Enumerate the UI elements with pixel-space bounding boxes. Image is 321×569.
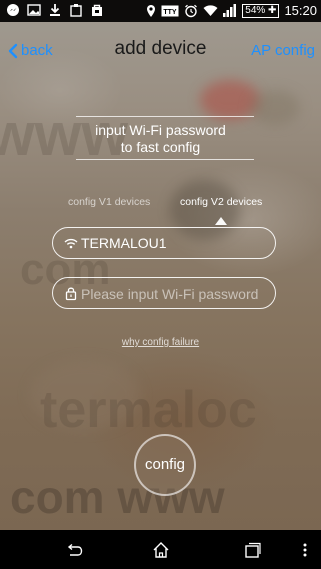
divider: [76, 159, 254, 160]
background-blob: [250, 90, 300, 125]
messenger-icon: [7, 4, 19, 16]
bag-icon: [92, 4, 102, 16]
signal-icon: [223, 4, 237, 17]
instruction-line-2: to fast config: [120, 139, 201, 155]
divider: [76, 116, 254, 117]
password-field: [52, 277, 276, 309]
overflow-menu-icon[interactable]: [302, 541, 308, 559]
instruction-text: input Wi-Fi password to fast config: [0, 122, 321, 156]
wifi-icon: [203, 5, 218, 16]
tty-icon: TTY: [161, 5, 179, 16]
clock: 15:20: [284, 3, 317, 18]
back-nav-icon[interactable]: [66, 541, 84, 559]
image-icon: [27, 4, 41, 16]
clipboard-icon: [70, 4, 82, 17]
screen: www termaloc com com www TTY 54% ✚ 15:20…: [0, 0, 321, 569]
ssid-field[interactable]: TERMALOU1: [52, 227, 276, 259]
notification-icons: [6, 3, 104, 17]
lock-icon: [65, 287, 77, 301]
system-status: TTY 54% ✚ 15:20: [146, 3, 317, 18]
active-tab-indicator: [215, 217, 227, 225]
download-icon: [50, 4, 60, 16]
battery-icon: 54% ✚: [242, 3, 280, 18]
recent-apps-icon[interactable]: [244, 541, 262, 559]
wifi-icon: [64, 238, 78, 249]
config-button[interactable]: config: [134, 434, 196, 496]
instruction-line-1: input Wi-Fi password: [95, 122, 226, 138]
svg-text:TTY: TTY: [164, 9, 178, 16]
home-nav-icon[interactable]: [152, 541, 170, 559]
location-icon: [147, 4, 156, 17]
password-input[interactable]: [79, 283, 271, 305]
ap-config-button[interactable]: AP config: [251, 42, 315, 59]
tab-config-v1[interactable]: config V1 devices: [68, 196, 150, 208]
why-config-failure-link[interactable]: why config failure: [0, 337, 321, 348]
navigation-bar: [0, 530, 321, 569]
ssid-value: TERMALOU1: [81, 235, 167, 251]
watermark-line: termaloc: [40, 381, 257, 439]
tab-config-v2[interactable]: config V2 devices: [180, 196, 262, 208]
battery-percent: 54%: [245, 4, 266, 16]
status-bar: TTY 54% ✚ 15:20: [0, 0, 321, 22]
alarm-icon: [185, 4, 198, 17]
header: back add device AP config: [0, 22, 321, 74]
